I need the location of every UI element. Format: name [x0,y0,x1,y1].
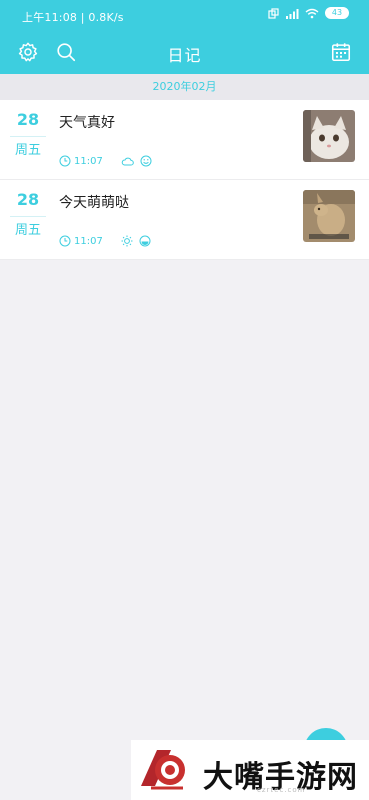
diary-list: 28 周五 天气真好 11:07 28 周五 今天萌萌哒 11:07 [0,100,369,260]
diary-entry[interactable]: 28 周五 今天萌萌哒 11:07 [0,180,369,260]
entry-weekday: 周五 [14,223,41,238]
screen-rotate-icon [268,7,279,19]
cloud-icon [121,155,134,167]
entry-day: 28 [16,190,40,209]
neutral-face-icon [139,235,151,247]
wifi-icon [305,8,319,18]
entry-time: 11:07 [74,235,103,247]
entry-meta: 11:07 [59,235,157,247]
brand-url: czrtec.com [257,786,306,794]
sun-icon [121,235,133,247]
app-bar: 日记 [0,30,369,74]
entry-thumbnail [303,110,355,162]
calendar-button[interactable] [327,38,355,66]
clock-icon [59,155,71,167]
entry-title: 天气真好 [59,115,115,131]
entry-meta: 11:07 [59,155,158,167]
cat-photo [303,110,355,162]
status-bar: 上午11:08 | 0.8K/s 43 [0,0,369,30]
entry-weekday: 周五 [14,143,41,158]
entry-date: 28 周五 [8,108,48,160]
watermark-banner: 大嘴手游网 czrtec.com [131,740,369,800]
status-time: 上午11:08 | 0.8K/s [22,11,124,24]
kangaroo-photo [303,190,355,242]
diary-entry[interactable]: 28 周五 天气真好 11:07 [0,100,369,180]
entry-time: 11:07 [74,155,103,167]
smile-icon [140,155,152,167]
entry-title: 今天萌萌哒 [59,195,129,211]
month-header: 2020年02月 [0,74,369,100]
brand-logo-icon [141,750,185,790]
calendar-icon [331,43,351,62]
entry-thumbnail [303,190,355,242]
page-title: 日记 [167,46,202,65]
signal-icon [286,8,299,19]
entry-date: 28 周五 [8,188,48,240]
entry-day: 28 [16,110,40,129]
battery-indicator: 43 [325,7,349,19]
clock-icon [59,235,71,247]
